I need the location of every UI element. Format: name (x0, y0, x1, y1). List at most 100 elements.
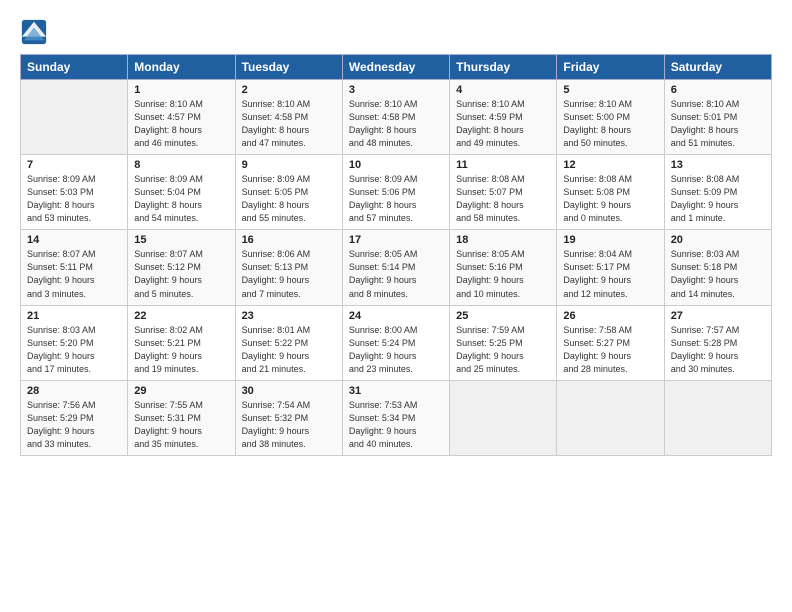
day-number: 9 (242, 159, 336, 171)
day-number: 3 (349, 84, 443, 96)
day-number: 23 (242, 310, 336, 322)
week-row-4: 28 Sunrise: 7:56 AM Sunset: 5:29 PM Dayli… (21, 380, 772, 455)
calendar-cell: 7Sunrise: 8:09 AM Sunset: 5:03 PM Daylig… (21, 155, 128, 230)
logo (20, 18, 52, 46)
calendar-cell: 15Sunrise: 8:07 AM Sunset: 5:12 PM Dayli… (128, 230, 235, 305)
calendar-cell: 10 Sunrise: 8:09 AM Sunset: 5:06 PM Dayli… (342, 155, 449, 230)
day-header-tuesday: Tuesday (235, 55, 342, 80)
calendar-cell: 30Sunrise: 7:54 AM Sunset: 5:32 PM Dayli… (235, 380, 342, 455)
day-info: Sunrise: 8:05 AM Sunset: 5:16 PM Dayligh… (456, 248, 550, 300)
day-info: Sunrise: 8:09 AM Sunset: 5:04 PM Dayligh… (134, 173, 228, 225)
day-info: Sunrise: 8:01 AM Sunset: 5:22 PM Dayligh… (242, 324, 336, 376)
day-info: Sunrise: 8:07 AM Sunset: 5:11 PM Dayligh… (27, 248, 121, 300)
calendar-cell (557, 380, 664, 455)
day-number: 21 (27, 310, 121, 322)
calendar-cell: 17 Sunrise: 8:05 AM Sunset: 5:14 PM Dayli… (342, 230, 449, 305)
calendar-cell: 9 Sunrise: 8:09 AM Sunset: 5:05 PM Daylig… (235, 155, 342, 230)
day-number: 10 (349, 159, 443, 171)
day-info: Sunrise: 8:10 AM Sunset: 4:58 PM Dayligh… (242, 98, 336, 150)
day-info: Sunrise: 8:10 AM Sunset: 5:01 PM Dayligh… (671, 98, 765, 150)
calendar-cell: 31 Sunrise: 7:53 AM Sunset: 5:34 PM Dayli… (342, 380, 449, 455)
day-number: 20 (671, 234, 765, 246)
day-info: Sunrise: 8:00 AM Sunset: 5:24 PM Dayligh… (349, 324, 443, 376)
day-number: 17 (349, 234, 443, 246)
days-header-row: SundayMondayTuesdayWednesdayThursdayFrid… (21, 55, 772, 80)
day-info: Sunrise: 7:56 AM Sunset: 5:29 PM Dayligh… (27, 399, 121, 451)
day-number: 2 (242, 84, 336, 96)
calendar-cell: 28 Sunrise: 7:56 AM Sunset: 5:29 PM Dayli… (21, 380, 128, 455)
day-info: Sunrise: 8:10 AM Sunset: 4:57 PM Dayligh… (134, 98, 228, 150)
day-info: Sunrise: 8:09 AM Sunset: 5:06 PM Dayligh… (349, 173, 443, 225)
week-row-3: 21 Sunrise: 8:03 AM Sunset: 5:20 PM Dayli… (21, 305, 772, 380)
day-header-sunday: Sunday (21, 55, 128, 80)
day-number: 19 (563, 234, 657, 246)
calendar-cell: 11Sunrise: 8:08 AM Sunset: 5:07 PM Dayli… (450, 155, 557, 230)
calendar-cell: 20 Sunrise: 8:03 AM Sunset: 5:18 PM Dayli… (664, 230, 771, 305)
day-number: 5 (563, 84, 657, 96)
day-number: 4 (456, 84, 550, 96)
week-row-1: 7Sunrise: 8:09 AM Sunset: 5:03 PM Daylig… (21, 155, 772, 230)
calendar-cell (21, 80, 128, 155)
day-number: 15 (134, 234, 228, 246)
header (20, 18, 772, 46)
day-info: Sunrise: 7:54 AM Sunset: 5:32 PM Dayligh… (242, 399, 336, 451)
page: SundayMondayTuesdayWednesdayThursdayFrid… (0, 0, 792, 612)
calendar-cell: 16Sunrise: 8:06 AM Sunset: 5:13 PM Dayli… (235, 230, 342, 305)
logo-icon (20, 18, 48, 46)
calendar-cell: 18 Sunrise: 8:05 AM Sunset: 5:16 PM Dayli… (450, 230, 557, 305)
calendar-cell: 24 Sunrise: 8:00 AM Sunset: 5:24 PM Dayli… (342, 305, 449, 380)
day-info: Sunrise: 8:03 AM Sunset: 5:20 PM Dayligh… (27, 324, 121, 376)
calendar-cell: 21 Sunrise: 8:03 AM Sunset: 5:20 PM Dayli… (21, 305, 128, 380)
calendar-cell: 5Sunrise: 8:10 AM Sunset: 5:00 PM Daylig… (557, 80, 664, 155)
calendar-cell: 29 Sunrise: 7:55 AM Sunset: 5:31 PM Dayli… (128, 380, 235, 455)
calendar-cell: 13 Sunrise: 8:08 AM Sunset: 5:09 PM Dayli… (664, 155, 771, 230)
day-number: 12 (563, 159, 657, 171)
day-info: Sunrise: 8:06 AM Sunset: 5:13 PM Dayligh… (242, 248, 336, 300)
day-info: Sunrise: 7:58 AM Sunset: 5:27 PM Dayligh… (563, 324, 657, 376)
day-number: 14 (27, 234, 121, 246)
day-header-wednesday: Wednesday (342, 55, 449, 80)
day-number: 7 (27, 159, 121, 171)
day-number: 29 (134, 385, 228, 397)
calendar-cell: 2 Sunrise: 8:10 AM Sunset: 4:58 PM Daylig… (235, 80, 342, 155)
day-number: 8 (134, 159, 228, 171)
calendar-cell: 27 Sunrise: 7:57 AM Sunset: 5:28 PM Dayli… (664, 305, 771, 380)
calendar-cell (664, 380, 771, 455)
day-number: 28 (27, 385, 121, 397)
day-header-friday: Friday (557, 55, 664, 80)
day-number: 13 (671, 159, 765, 171)
week-row-2: 14 Sunrise: 8:07 AM Sunset: 5:11 PM Dayli… (21, 230, 772, 305)
calendar-cell: 3Sunrise: 8:10 AM Sunset: 4:58 PM Daylig… (342, 80, 449, 155)
day-number: 18 (456, 234, 550, 246)
calendar-cell: 19Sunrise: 8:04 AM Sunset: 5:17 PM Dayli… (557, 230, 664, 305)
day-number: 1 (134, 84, 228, 96)
calendar-cell: 8 Sunrise: 8:09 AM Sunset: 5:04 PM Daylig… (128, 155, 235, 230)
day-info: Sunrise: 8:05 AM Sunset: 5:14 PM Dayligh… (349, 248, 443, 300)
calendar-table: SundayMondayTuesdayWednesdayThursdayFrid… (20, 54, 772, 456)
day-info: Sunrise: 7:55 AM Sunset: 5:31 PM Dayligh… (134, 399, 228, 451)
day-info: Sunrise: 8:02 AM Sunset: 5:21 PM Dayligh… (134, 324, 228, 376)
calendar-cell: 12 Sunrise: 8:08 AM Sunset: 5:08 PM Dayli… (557, 155, 664, 230)
day-number: 24 (349, 310, 443, 322)
day-info: Sunrise: 8:08 AM Sunset: 5:09 PM Dayligh… (671, 173, 765, 225)
day-number: 22 (134, 310, 228, 322)
calendar-cell: 14 Sunrise: 8:07 AM Sunset: 5:11 PM Dayli… (21, 230, 128, 305)
day-info: Sunrise: 7:53 AM Sunset: 5:34 PM Dayligh… (349, 399, 443, 451)
calendar-cell: 23 Sunrise: 8:01 AM Sunset: 5:22 PM Dayli… (235, 305, 342, 380)
week-row-0: 1 Sunrise: 8:10 AM Sunset: 4:57 PM Daylig… (21, 80, 772, 155)
day-header-monday: Monday (128, 55, 235, 80)
day-info: Sunrise: 7:59 AM Sunset: 5:25 PM Dayligh… (456, 324, 550, 376)
day-number: 27 (671, 310, 765, 322)
day-number: 31 (349, 385, 443, 397)
calendar-cell: 25 Sunrise: 7:59 AM Sunset: 5:25 PM Dayli… (450, 305, 557, 380)
day-info: Sunrise: 8:10 AM Sunset: 4:59 PM Dayligh… (456, 98, 550, 150)
day-number: 25 (456, 310, 550, 322)
day-info: Sunrise: 7:57 AM Sunset: 5:28 PM Dayligh… (671, 324, 765, 376)
calendar-cell: 1 Sunrise: 8:10 AM Sunset: 4:57 PM Daylig… (128, 80, 235, 155)
day-info: Sunrise: 8:09 AM Sunset: 5:05 PM Dayligh… (242, 173, 336, 225)
calendar-cell: 26 Sunrise: 7:58 AM Sunset: 5:27 PM Dayli… (557, 305, 664, 380)
day-info: Sunrise: 8:03 AM Sunset: 5:18 PM Dayligh… (671, 248, 765, 300)
day-header-thursday: Thursday (450, 55, 557, 80)
day-info: Sunrise: 8:08 AM Sunset: 5:08 PM Dayligh… (563, 173, 657, 225)
day-number: 26 (563, 310, 657, 322)
